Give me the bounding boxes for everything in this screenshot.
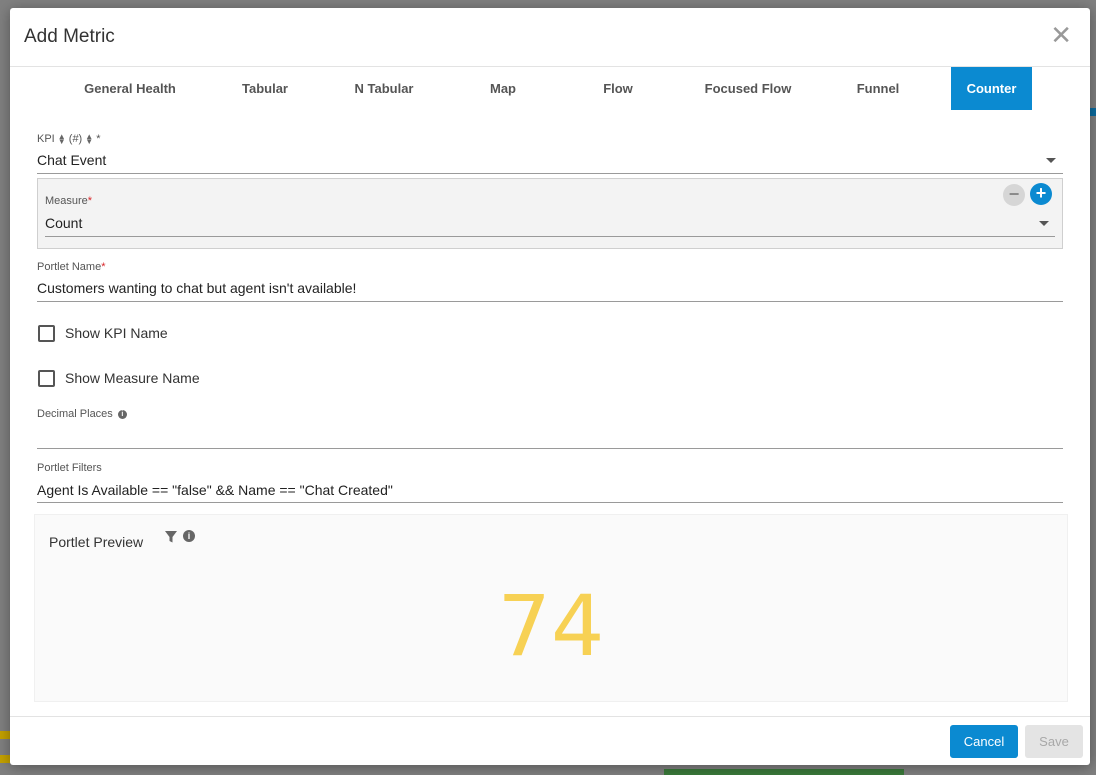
portlet-name-underline bbox=[37, 301, 1063, 302]
portlet-name-input[interactable]: Customers wanting to chat but agent isn'… bbox=[37, 280, 356, 296]
kpi-label: KPI ▲ ▼ (#) ▲ ▼ * bbox=[37, 133, 101, 146]
cancel-button[interactable]: Cancel bbox=[950, 725, 1018, 758]
tab-funnel[interactable]: Funnel bbox=[824, 67, 932, 110]
decimal-places-label-text: Decimal Places bbox=[37, 408, 113, 420]
portlet-preview-title: Portlet Preview bbox=[49, 534, 144, 550]
measure-required-mark: * bbox=[87, 195, 93, 207]
add-metric-dialog: Add Metric ✕ General Health Tabular N Ta… bbox=[10, 8, 1090, 765]
chart-type-tabs: General Health Tabular N Tabular Map Flo… bbox=[10, 67, 1090, 110]
counter-value: 74 bbox=[497, 577, 605, 675]
measure-label-text: Measure bbox=[45, 195, 88, 207]
tab-tabular[interactable]: Tabular bbox=[210, 67, 320, 110]
tab-n-tabular[interactable]: N Tabular bbox=[328, 67, 440, 110]
portlet-filters-label: Portlet Filters bbox=[37, 462, 102, 474]
chevron-down-icon[interactable] bbox=[1046, 158, 1056, 163]
tab-focused-flow[interactable]: Focused Flow bbox=[682, 67, 814, 110]
sort-icon[interactable]: ▲ ▼ bbox=[85, 133, 93, 146]
kpi-select[interactable]: Chat Event bbox=[37, 152, 106, 168]
remove-measure-button[interactable]: − bbox=[1003, 184, 1025, 206]
info-icon[interactable]: i bbox=[117, 409, 127, 419]
measure-select[interactable]: Count bbox=[45, 215, 82, 231]
measure-label: Measure* bbox=[45, 195, 92, 207]
portlet-preview: Portlet Preview i 74 bbox=[34, 514, 1068, 702]
dialog-header: Add Metric ✕ bbox=[10, 8, 1090, 67]
tab-map[interactable]: Map bbox=[450, 67, 556, 110]
kpi-underline bbox=[37, 173, 1063, 174]
backdrop-bar bbox=[1090, 108, 1096, 116]
info-icon[interactable]: i bbox=[183, 530, 195, 542]
close-icon[interactable]: ✕ bbox=[1050, 22, 1072, 48]
chevron-down-icon[interactable] bbox=[1039, 221, 1049, 226]
portlet-name-required-mark: * bbox=[101, 261, 106, 273]
tab-counter[interactable]: Counter bbox=[951, 67, 1032, 110]
show-kpi-name-label: Show KPI Name bbox=[65, 325, 168, 341]
add-measure-button[interactable]: + bbox=[1030, 183, 1052, 205]
sort-icon[interactable]: ▲ ▼ bbox=[58, 133, 66, 146]
kpi-required-mark: * bbox=[96, 133, 101, 145]
tab-general-health[interactable]: General Health bbox=[64, 67, 196, 110]
decimal-places-label: Decimal Places i bbox=[37, 408, 127, 420]
decimal-places-input[interactable] bbox=[37, 428, 1063, 446]
portlet-filters-input[interactable]: Agent Is Available == "false" && Name ==… bbox=[37, 482, 393, 498]
measure-group: Measure* − + Count bbox=[37, 178, 1063, 249]
dialog-footer: Cancel Save bbox=[10, 716, 1090, 765]
tab-flow[interactable]: Flow bbox=[566, 67, 670, 110]
backdrop-bar bbox=[664, 769, 904, 775]
portlet-name-label: Portlet Name* bbox=[37, 261, 105, 273]
show-measure-name-label: Show Measure Name bbox=[65, 370, 200, 386]
portlet-name-label-text: Portlet Name bbox=[37, 261, 102, 273]
show-measure-name-checkbox[interactable] bbox=[38, 370, 55, 387]
kpi-label-mid: (#) bbox=[68, 133, 83, 145]
measure-underline bbox=[45, 236, 1055, 237]
decimal-places-underline bbox=[37, 448, 1063, 449]
save-button[interactable]: Save bbox=[1025, 725, 1083, 758]
dialog-title: Add Metric bbox=[24, 26, 115, 47]
filter-icon[interactable] bbox=[164, 530, 178, 544]
show-kpi-name-checkbox[interactable] bbox=[38, 325, 55, 342]
portlet-filters-underline bbox=[37, 502, 1063, 503]
kpi-label-text: KPI bbox=[37, 133, 55, 145]
